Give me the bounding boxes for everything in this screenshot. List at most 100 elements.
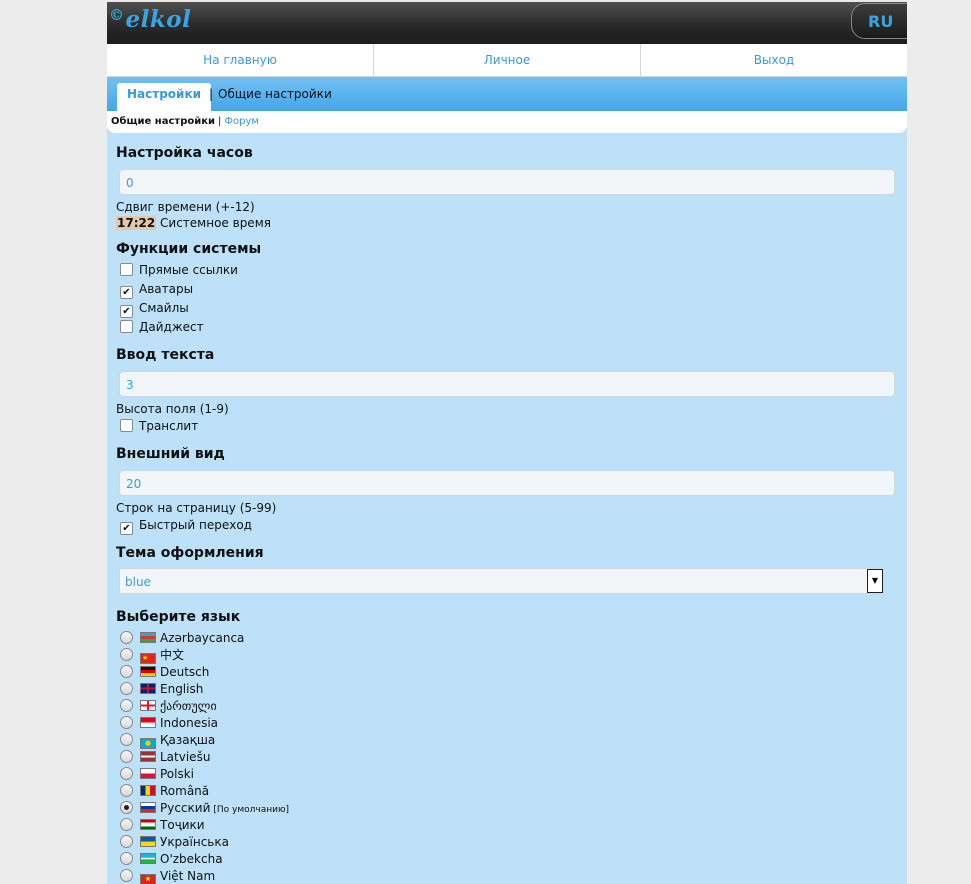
- flag-gb-icon: [140, 683, 156, 694]
- language-label: Polski: [160, 767, 195, 781]
- language-option[interactable]: Azərbaycanca: [120, 630, 244, 646]
- language-option[interactable]: ★ 中文: [120, 647, 185, 664]
- flag-pl-icon: [140, 768, 156, 779]
- language-option[interactable]: Română: [120, 783, 209, 799]
- language-label: O'zbekcha: [160, 852, 223, 866]
- language-radio[interactable]: [120, 733, 133, 746]
- flag-ro-icon: [140, 785, 156, 796]
- language-radio[interactable]: [120, 716, 133, 729]
- flag-vn-icon: ★: [140, 874, 156, 884]
- flag-de-icon: [140, 666, 156, 677]
- option-translit[interactable]: Транслит: [120, 418, 198, 434]
- language-heading: Выберите язык: [116, 609, 241, 625]
- language-option[interactable]: Русский [По умолчанию]: [120, 800, 289, 816]
- main-nav: На главную Личное Выход: [107, 44, 907, 77]
- time-offset-hint: Сдвиг времени (+-12): [116, 200, 255, 214]
- language-label: English: [160, 682, 204, 696]
- language-option[interactable]: English: [120, 681, 203, 697]
- theme-select[interactable]: blue ▼: [119, 568, 884, 594]
- language-button[interactable]: RU: [851, 3, 907, 39]
- flag-ru-icon: [140, 802, 156, 813]
- language-option[interactable]: O'zbekcha: [120, 851, 223, 867]
- breadcrumb-separator: |: [218, 116, 222, 127]
- language-label: Українська: [160, 835, 229, 849]
- flag-tj-icon: [140, 819, 156, 830]
- language-radio[interactable]: [120, 631, 133, 644]
- language-label: Azərbaycanca: [160, 631, 245, 645]
- avatars-checkbox[interactable]: ✔: [120, 286, 133, 299]
- digest-checkbox[interactable]: [120, 320, 133, 333]
- language-option[interactable]: Українська: [120, 834, 229, 850]
- rows-per-page-input[interactable]: 20: [119, 470, 895, 496]
- time-offset-input[interactable]: 0: [119, 169, 895, 195]
- option-digest[interactable]: Дайджест: [120, 319, 204, 335]
- system-time-label: Системное время: [160, 216, 271, 230]
- translit-checkbox[interactable]: [120, 419, 133, 432]
- flag-lv-icon: [140, 751, 156, 762]
- language-label: Română: [160, 784, 210, 798]
- tab-general-settings[interactable]: Общие настройки: [218, 87, 332, 101]
- system-time: 17:22 Системное время: [116, 216, 271, 230]
- nav-personal[interactable]: Личное: [374, 44, 641, 76]
- logo-text: elkol: [125, 6, 192, 33]
- field-height-input[interactable]: 3: [119, 371, 895, 397]
- tab-settings[interactable]: Настройки: [117, 83, 212, 111]
- logo-mark: ©: [109, 6, 125, 24]
- language-option[interactable]: Latviešu: [120, 749, 210, 765]
- language-radio[interactable]: [120, 750, 133, 763]
- default-language-note: [По умолчанию]: [213, 805, 290, 815]
- language-option[interactable]: Polski: [120, 766, 194, 782]
- language-option[interactable]: Deutsch: [120, 664, 209, 680]
- option-quick-jump[interactable]: ✔ Быстрый переход: [120, 517, 252, 535]
- option-direct-links[interactable]: Прямые ссылки: [120, 262, 238, 278]
- language-radio[interactable]: [120, 767, 133, 780]
- theme-heading: Тема оформления: [116, 545, 264, 561]
- logo[interactable]: ©elkol: [109, 6, 191, 33]
- language-radio-selected[interactable]: [120, 801, 133, 814]
- language-radio[interactable]: [120, 852, 133, 865]
- rows-per-page-hint: Строк на страницу (5-99): [116, 501, 277, 515]
- flag-id-icon: [140, 717, 156, 728]
- clock-heading: Настройка часов: [116, 145, 253, 161]
- option-avatars[interactable]: ✔ Аватары: [120, 281, 193, 299]
- digest-label: Дайджест: [139, 320, 204, 334]
- top-bar: ©elkol RU: [107, 0, 907, 44]
- language-radio[interactable]: [120, 665, 133, 678]
- language-label: 中文: [160, 648, 185, 662]
- option-smileys[interactable]: ✔ Смайлы: [120, 300, 189, 318]
- breadcrumb-forum-link[interactable]: Форум: [224, 116, 259, 127]
- smileys-label: Смайлы: [139, 301, 189, 315]
- language-option[interactable]: ● Қазақша: [120, 732, 215, 749]
- flag-cn-icon: ★: [140, 653, 156, 664]
- nav-home[interactable]: На главную: [107, 44, 374, 76]
- flag-uz-icon: [140, 853, 156, 864]
- language-label: Deutsch: [160, 665, 210, 679]
- direct-links-checkbox[interactable]: [120, 263, 133, 276]
- language-radio[interactable]: [120, 648, 133, 661]
- language-radio[interactable]: [120, 818, 133, 831]
- language-radio[interactable]: [120, 835, 133, 848]
- dropdown-arrow-icon[interactable]: ▼: [867, 569, 883, 593]
- appearance-heading: Внешний вид: [116, 446, 225, 462]
- smileys-checkbox[interactable]: ✔: [120, 305, 133, 318]
- translit-label: Транслит: [139, 419, 199, 433]
- tab-separator: |: [209, 87, 214, 101]
- quick-jump-checkbox[interactable]: ✔: [120, 522, 133, 535]
- settings-page: ©elkol RU На главную Личное Выход Настро…: [107, 0, 907, 884]
- theme-selected-value: blue: [125, 575, 151, 589]
- language-option[interactable]: ★ Việt Nam: [120, 868, 215, 884]
- language-option[interactable]: Indonesia: [120, 715, 218, 731]
- functions-heading: Функции системы: [116, 241, 262, 257]
- language-option[interactable]: ქართული: [120, 698, 217, 714]
- language-radio[interactable]: [120, 682, 133, 695]
- language-option[interactable]: Тоҷики: [120, 817, 205, 833]
- quick-jump-label: Быстрый переход: [139, 518, 252, 532]
- tab-bar: Настройки | Общие настройки: [107, 77, 907, 111]
- language-radio[interactable]: [120, 869, 133, 882]
- field-height-hint: Высота поля (1-9): [116, 402, 229, 416]
- nav-logout[interactable]: Выход: [641, 44, 907, 76]
- language-radio[interactable]: [120, 784, 133, 797]
- language-label: Latviešu: [160, 750, 211, 764]
- language-radio[interactable]: [120, 699, 133, 712]
- breadcrumb-current: Общие настройки: [111, 116, 216, 127]
